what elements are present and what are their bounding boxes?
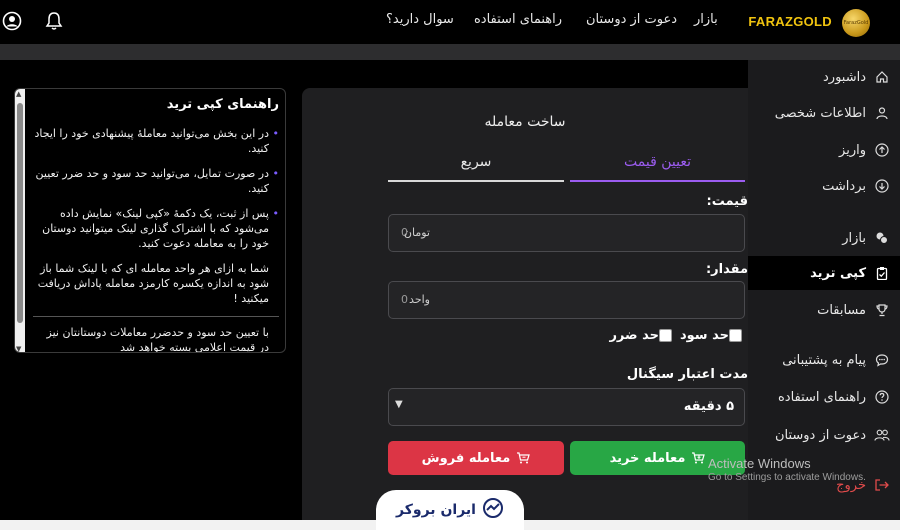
- brand-name[interactable]: FARAZGOLD: [748, 14, 832, 29]
- validity-value: ۵ دقیقه: [683, 399, 734, 414]
- users-icon: [874, 427, 890, 443]
- guide-item: در این بخش می‌توانید معاملهٔ پیشنهادی خو…: [33, 126, 279, 156]
- trophy-icon: [874, 302, 890, 318]
- sidebar-item-deposit[interactable]: واریز: [748, 133, 900, 167]
- sidebar-item-label: کپی ترید: [810, 265, 866, 281]
- buy-button-label: معامله خرید: [609, 450, 686, 466]
- trade-form-panel: ساخت معامله تعیین قیمت سریع قیمت: 0 توما…: [302, 88, 748, 530]
- sidebar-item-label: بازار: [842, 230, 866, 246]
- guide-divider: [33, 316, 279, 317]
- nav-guide[interactable]: راهنمای استفاده: [474, 12, 562, 27]
- nav-faq[interactable]: سوال دارید؟: [386, 12, 454, 27]
- copy-trade-guide: ▲ ▼ راهنمای کپی ترید در این بخش می‌توانی…: [14, 88, 286, 353]
- sidebar-item-label: برداشت: [822, 178, 866, 194]
- chevron-down-icon: ▼: [395, 399, 403, 410]
- validity-label: مدت اعتبار سیگنال: [626, 367, 748, 382]
- guide-title: راهنمای کپی ترید: [166, 97, 279, 112]
- chart-icon: [482, 497, 504, 523]
- sidebar-item-support[interactable]: پیام به پشتیبانی: [748, 343, 900, 377]
- guide-item: در صورت تمایل، می‌توانید حد سود و حد ضرر…: [33, 166, 279, 196]
- sidebar-item-label: راهنمای استفاده: [777, 389, 866, 405]
- price-input[interactable]: 0 تومان: [388, 214, 745, 252]
- nav-market[interactable]: بازار: [694, 12, 718, 27]
- sidebar-item-copy-trade[interactable]: کپی ترید: [748, 256, 900, 290]
- brand-logo-text: FarazGold: [843, 20, 869, 26]
- chat-icon: [874, 352, 890, 368]
- sidebar-item-label: داشبورد: [823, 69, 866, 85]
- scroll-down-icon[interactable]: ▼: [16, 345, 21, 352]
- profile-icon[interactable]: [0, 8, 24, 34]
- price-label: قیمت:: [706, 194, 749, 209]
- cart-icon: [691, 452, 706, 464]
- price-unit: تومان: [403, 226, 430, 239]
- sidebar-item-profile[interactable]: اطلاعات شخصی: [748, 96, 900, 130]
- sidebar-item-label: واریز: [839, 142, 866, 158]
- take-profit-checkbox[interactable]: حد سود: [680, 328, 748, 343]
- question-icon: [874, 389, 890, 405]
- guide-scrollbar[interactable]: ▲ ▼: [15, 89, 25, 352]
- home-icon: [874, 69, 890, 85]
- amount-input[interactable]: 0 واحد: [388, 281, 745, 319]
- sell-button[interactable]: معامله فروش: [388, 441, 564, 475]
- amount-label: مقدار:: [705, 262, 748, 277]
- bell-icon[interactable]: [42, 8, 66, 34]
- stop-loss-checkbox[interactable]: حد ضرر: [609, 328, 678, 343]
- checkbox-icon[interactable]: [729, 329, 742, 342]
- activate-windows-watermark: Activate Windows Go to Settings to activ…: [708, 456, 866, 483]
- iranbroker-text: ایران بروکر: [396, 502, 476, 518]
- stop-loss-label: حد ضرر: [609, 328, 659, 343]
- form-title: ساخت معامله: [484, 114, 566, 130]
- brand-logo[interactable]: FarazGold: [842, 9, 870, 37]
- validity-select[interactable]: ۵ دقیقه ▼: [388, 388, 745, 426]
- sidebar-item-dashboard[interactable]: داشبورد: [748, 60, 900, 94]
- checkbox-icon[interactable]: [659, 329, 672, 342]
- sidebar-item-label: مسابقات: [817, 302, 866, 318]
- guide-item: پس از ثبت، یک دکمهٔ «کپی لینک» نمایش داد…: [33, 206, 279, 251]
- arrow-up-circle-icon: [874, 142, 890, 158]
- sell-button-label: معامله فروش: [421, 450, 511, 466]
- amount-unit: واحد: [409, 293, 430, 306]
- guide-content: راهنمای کپی ترید در این بخش می‌توانید مع…: [33, 97, 279, 353]
- watermark-line2: Go to Settings to activate Windows.: [708, 472, 866, 483]
- nav-invite[interactable]: دعوت از دوستان: [586, 12, 677, 27]
- user-icon: [874, 105, 890, 121]
- top-navbar: سوال دارید؟ راهنمای استفاده دعوت از دوست…: [0, 0, 900, 44]
- take-profit-label: حد سود: [679, 328, 729, 343]
- scroll-up-icon[interactable]: ▲: [16, 90, 21, 98]
- sidebar-item-invite[interactable]: دعوت از دوستان: [748, 418, 900, 452]
- sidebar-item-label: پیام به پشتیبانی: [782, 352, 866, 368]
- amount-value: 0: [401, 293, 408, 306]
- scroll-thumb[interactable]: [17, 103, 23, 323]
- clipboard-icon: [874, 265, 890, 281]
- sidebar-item-help[interactable]: راهنمای استفاده: [748, 380, 900, 414]
- watermark-line1: Activate Windows: [708, 456, 811, 471]
- tab-set-price[interactable]: تعیین قیمت: [570, 150, 745, 182]
- header-divider: [0, 44, 900, 60]
- cart-icon: [516, 452, 531, 464]
- iranbroker-logo: ایران بروکر: [376, 490, 524, 530]
- tab-quick[interactable]: سریع: [388, 150, 564, 182]
- guide-note: شما به ازای هر واحد معامله ای که با لینک…: [37, 262, 269, 305]
- guide-footer: با تعیین حد سود و حدضرر معاملات دوستانتا…: [46, 326, 269, 353]
- coins-icon: [874, 230, 890, 246]
- sidebar-item-withdraw[interactable]: برداشت: [748, 169, 900, 203]
- logout-icon: [874, 477, 890, 493]
- sidebar-item-contests[interactable]: مسابقات: [748, 293, 900, 327]
- sidebar-item-label: اطلاعات شخصی: [774, 105, 866, 121]
- sidebar-item-label: دعوت از دوستان: [774, 427, 866, 443]
- sidebar-item-market[interactable]: بازار: [748, 221, 900, 255]
- arrow-down-circle-icon: [874, 178, 890, 194]
